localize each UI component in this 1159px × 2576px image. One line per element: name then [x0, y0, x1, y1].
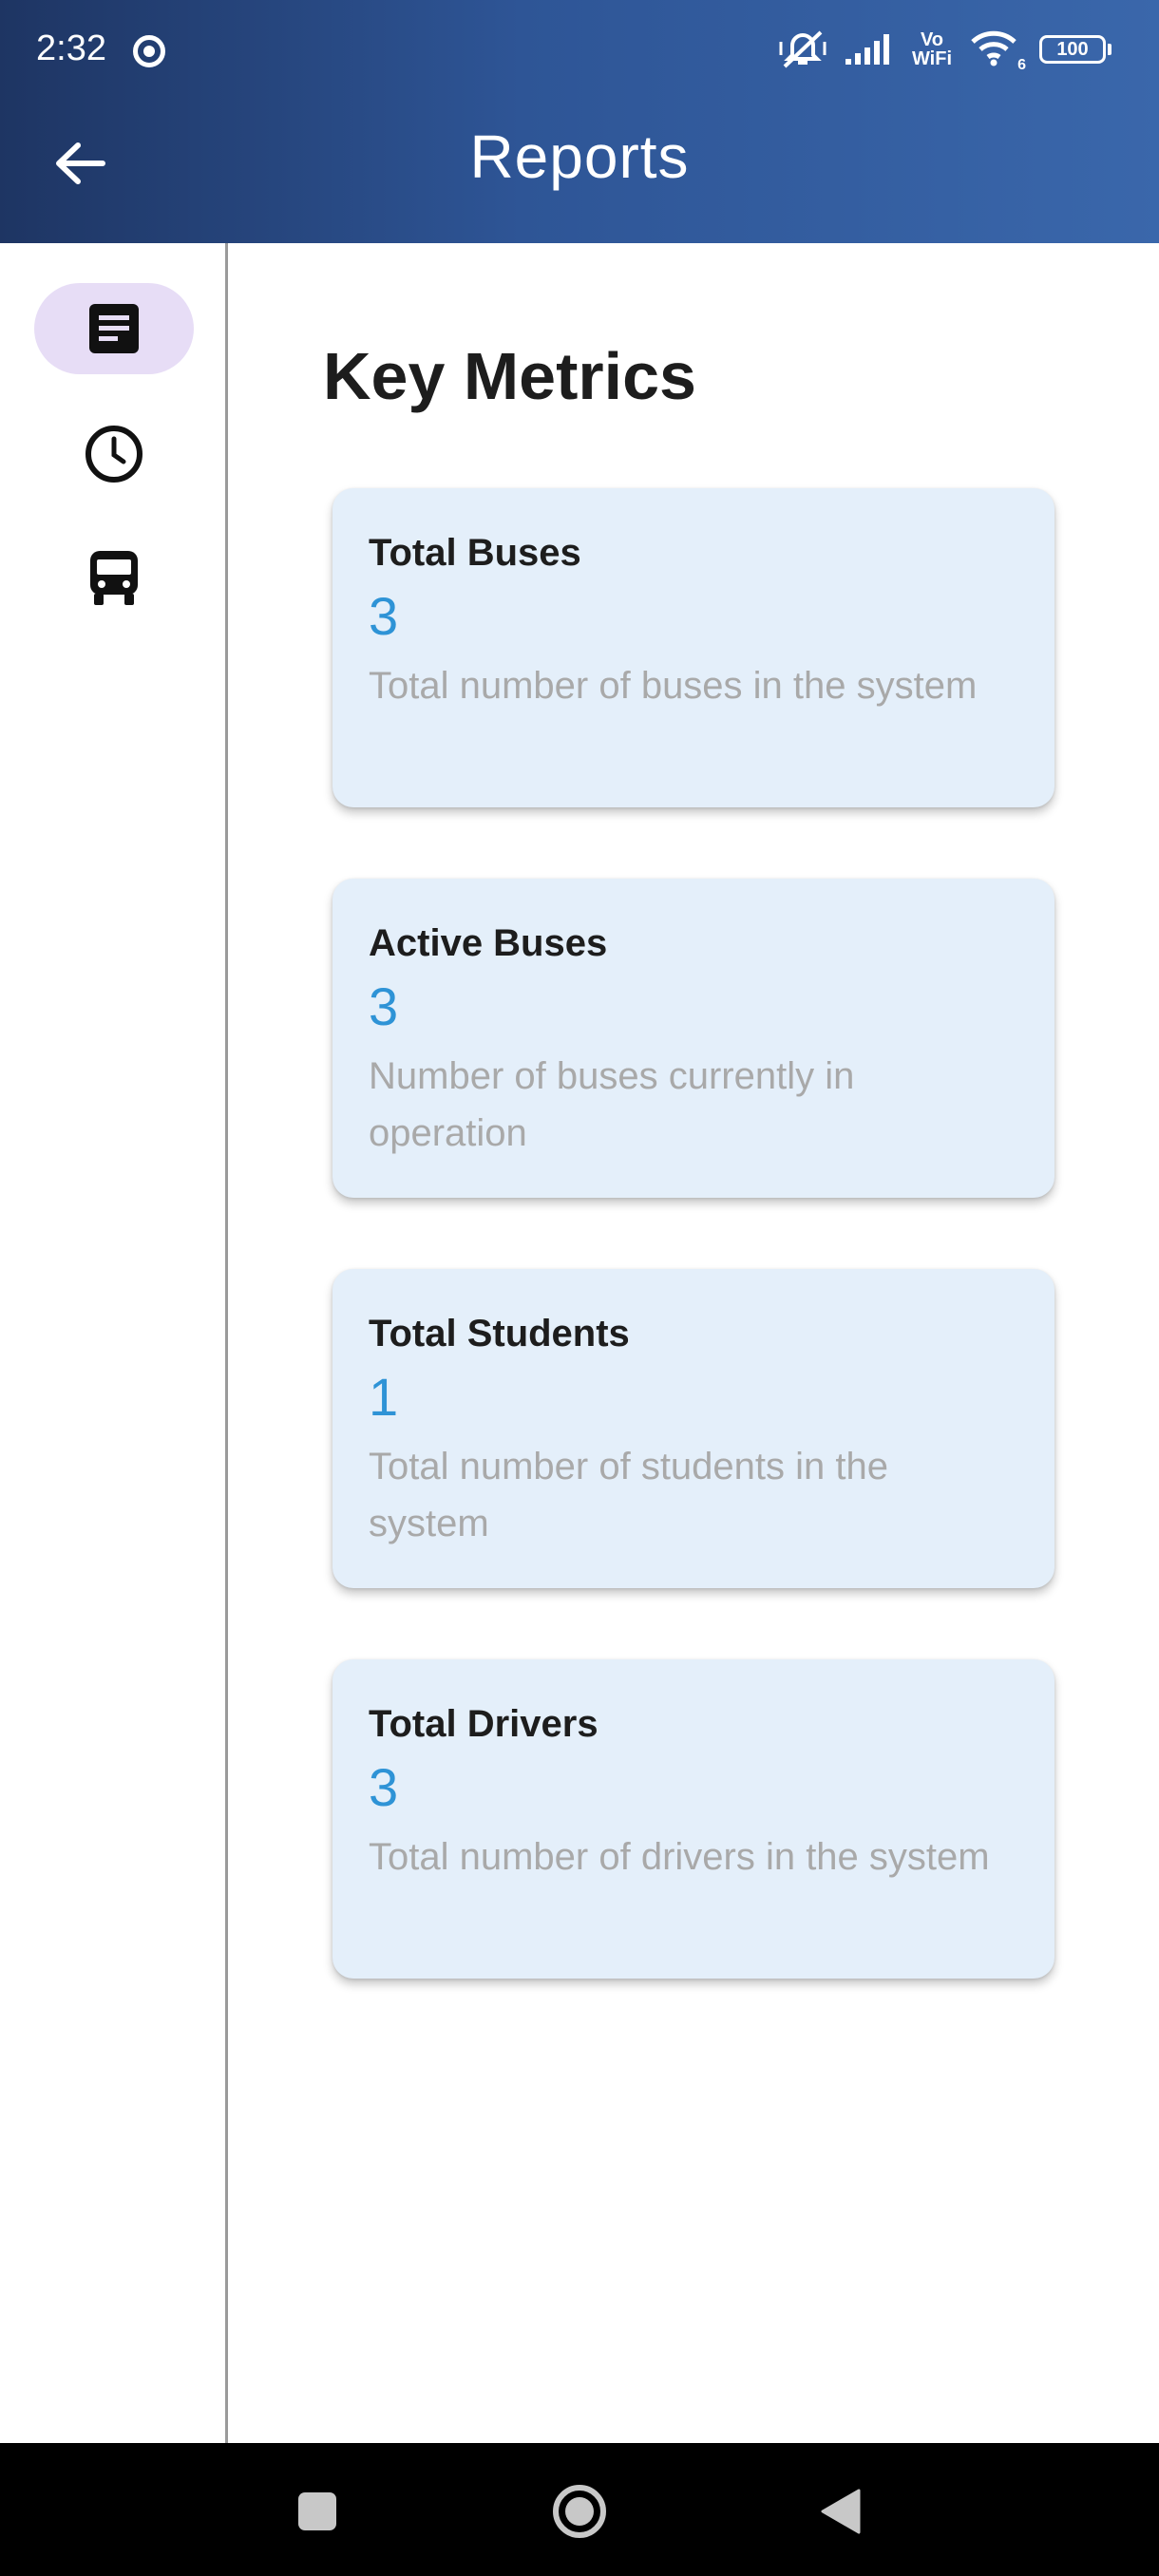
metric-title: Total Buses	[369, 532, 581, 574]
metric-value: 1	[369, 1367, 399, 1427]
metric-card-total-buses: Total Buses 3 Total number of buses in t…	[332, 488, 1054, 807]
clock-icon	[86, 426, 142, 483]
metric-title: Total Drivers	[369, 1703, 598, 1745]
home-button[interactable]	[549, 2481, 610, 2542]
metric-title: Total Students	[369, 1313, 630, 1354]
report-document-icon	[89, 304, 139, 353]
screen-record-icon	[133, 35, 165, 67]
metric-value: 3	[369, 586, 399, 646]
metric-description: Number of buses currently in operation	[369, 1055, 855, 1154]
vowifi-top-label: Vo	[920, 29, 944, 50]
metric-card-active-buses: Active Buses 3 Number of buses currently…	[332, 879, 1054, 1198]
recents-square-icon	[298, 2492, 336, 2530]
metric-value: 3	[369, 976, 399, 1036]
status-time: 2:32	[36, 28, 106, 68]
section-title: Key Metrics	[323, 339, 696, 413]
metric-description: Total number of students in the system	[369, 1446, 888, 1544]
metric-value: 3	[369, 1757, 399, 1817]
back-triangle-icon	[821, 2489, 861, 2534]
rail-item-reports[interactable]	[34, 283, 194, 374]
main-content: Key Metrics Total Buses 3 Total number o…	[228, 243, 1159, 2443]
app-bar: 2:32 Vo WiFi 6 100 Reports	[0, 0, 1159, 243]
metric-card-total-students: Total Students 1 Total number of student…	[332, 1269, 1054, 1588]
navigation-rail	[0, 243, 228, 2443]
home-circle-icon	[553, 2485, 606, 2538]
status-icons: Vo WiFi 6 100	[779, 28, 1112, 73]
vowifi-icon: Vo WiFi	[912, 30, 952, 68]
rail-item-buses[interactable]	[34, 532, 194, 623]
vowifi-bottom-label: WiFi	[911, 48, 952, 69]
mute-vibrate-icon	[779, 30, 826, 68]
metric-description: Total number of buses in the system	[369, 665, 978, 707]
wifi-badge: 6	[1017, 57, 1026, 73]
metric-card-total-drivers: Total Drivers 3 Total number of drivers …	[332, 1659, 1054, 1979]
battery-level: 100	[1056, 38, 1089, 60]
back-nav-button[interactable]	[809, 2481, 870, 2542]
page-title: Reports	[469, 123, 690, 191]
metric-title: Active Buses	[369, 922, 608, 964]
bus-icon	[90, 551, 138, 605]
battery-icon: 100	[1039, 35, 1112, 64]
signal-icon	[845, 34, 889, 65]
rail-item-history[interactable]	[34, 408, 194, 500]
recents-button[interactable]	[287, 2481, 348, 2542]
metric-description: Total number of drivers in the system	[369, 1836, 990, 1878]
system-nav-bar	[0, 2443, 1159, 2576]
wifi-icon: 6	[969, 28, 1026, 73]
